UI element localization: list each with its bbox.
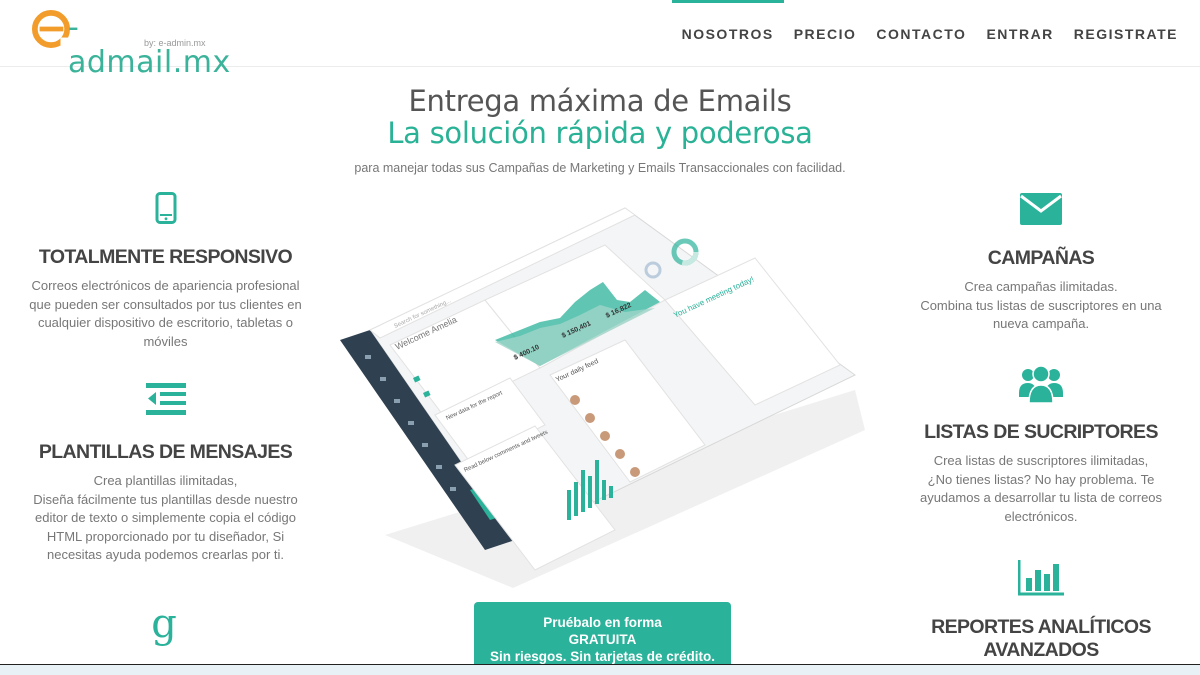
- feature-title: REPORTES ANALÍTICOS AVANZADOS: [931, 616, 1151, 661]
- nav-registrate[interactable]: REGISTRATE: [1064, 0, 1188, 67]
- hero-subtitle: La solución rápida y poderosa: [387, 116, 813, 150]
- nav-contacto[interactable]: CONTACTO: [866, 0, 976, 67]
- bar-chart-icon: [1018, 560, 1064, 596]
- nav-entrar[interactable]: ENTRAR: [976, 0, 1063, 67]
- envelope-icon: [1020, 193, 1062, 225]
- main-nav: NOSOTROS PRECIO CONTACTO ENTRAR REGISTRA…: [671, 0, 1188, 67]
- mobile-phone-icon: [155, 192, 176, 224]
- free-trial-button[interactable]: Pruébalo en forma GRATUITA Sin riesgos. …: [474, 602, 731, 672]
- feature-responsive: TOTALMENTE RESPONSIVO Correos electrónic…: [28, 192, 303, 351]
- hero-description: para manejar todas sus Campañas de Marke…: [354, 161, 846, 175]
- users-group-icon: [1019, 365, 1063, 404]
- feature-subscriber-lists: LISTAS DE SUCRIPTORES Crea listas de sus…: [903, 363, 1179, 526]
- feature-text: Crea campañas ilimitadas. Combina tus li…: [920, 279, 1162, 331]
- feature-text: Crea listas de suscriptores ilimitadas, …: [919, 453, 1163, 524]
- feature-title: LISTAS DE SUCRIPTORES: [924, 421, 1158, 443]
- google-g-icon: g: [151, 601, 177, 647]
- cta-line-2: GRATUITA: [568, 632, 637, 647]
- nav-precio[interactable]: PRECIO: [784, 0, 867, 67]
- cta-line-3: Sin riesgos. Sin tarjetas de crédito.: [489, 649, 716, 664]
- logo-subtitle: by: e-admin.mx: [144, 38, 206, 48]
- indent-list-icon: [145, 383, 186, 415]
- logo-e-icon: [32, 10, 70, 48]
- feature-title: TOTALMENTE RESPONSIVO: [38, 246, 293, 268]
- feature-google: g: [146, 604, 182, 644]
- feature-title: CAMPAÑAS: [987, 247, 1095, 269]
- site-header: -admail.mx by: e-admin.mx NOSOTROS PRECI…: [0, 0, 1200, 80]
- feature-text: Crea plantillas ilimitadas, Diseña fácil…: [33, 473, 298, 562]
- feature-templates: PLANTILLAS DE MENSAJES Crea plantillas i…: [28, 383, 303, 565]
- hero-title: Entrega máxima de Emails: [408, 84, 792, 118]
- logo[interactable]: -admail.mx by: e-admin.mx: [32, 8, 230, 80]
- feature-reports: REPORTES ANALÍTICOS AVANZADOS: [903, 560, 1179, 670]
- cta-line-1: Pruébalo en forma: [543, 615, 662, 630]
- bottom-strip: [0, 664, 1200, 675]
- dashboard-screenshot: Search for something... Welcome Amelia $…: [340, 207, 865, 588]
- nav-nosotros[interactable]: NOSOTROS: [671, 0, 784, 67]
- feature-title: PLANTILLAS DE MENSAJES: [38, 441, 293, 463]
- feature-text: Correos electrónicos de apariencia profe…: [29, 278, 302, 349]
- feature-campaigns: CAMPAÑAS Crea campañas ilimitadas. Combi…: [903, 193, 1179, 334]
